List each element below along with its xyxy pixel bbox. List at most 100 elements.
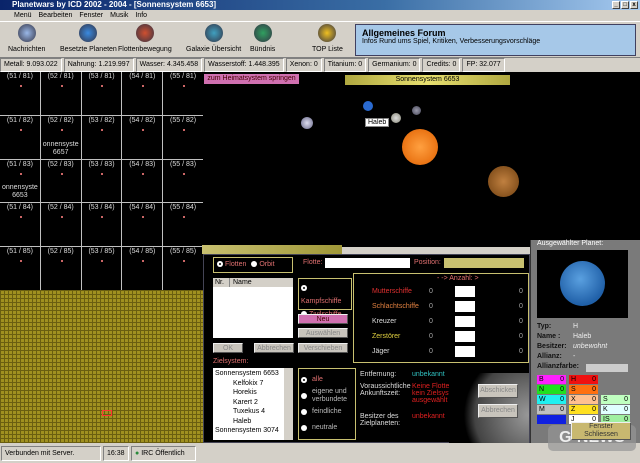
sector-cell[interactable]: (55 / 82) xyxy=(163,115,203,159)
move-button[interactable]: Verschieben xyxy=(298,343,348,353)
column-nr[interactable]: Nr. xyxy=(213,278,230,287)
menu-edit[interactable]: Bearbeiten xyxy=(39,10,73,21)
select-button[interactable]: Auswählen xyxy=(298,328,348,338)
toolbar-button-3[interactable]: Galaxie Übersicht xyxy=(186,24,241,53)
cancel-button[interactable]: Abbrechen xyxy=(254,343,294,353)
tree-planet-item[interactable]: Tuxekus 4 xyxy=(215,407,283,417)
sector-cell[interactable]: (51 / 85) xyxy=(0,247,40,290)
minimap-viewport[interactable] xyxy=(102,410,112,416)
sun[interactable] xyxy=(402,129,438,165)
sector-coords: (52 / 84) xyxy=(47,204,74,212)
sector-cell[interactable]: (54 / 85) xyxy=(122,247,163,290)
legend-entry: S0 xyxy=(569,385,598,394)
toolbar-button-2[interactable]: Flottenbewegung xyxy=(118,24,172,53)
fleet-list[interactable]: Nr. Name xyxy=(213,278,293,338)
toolbar-button-5[interactable]: TOP Liste xyxy=(312,24,343,53)
planet-tooltip: Haleb xyxy=(365,118,390,127)
planet[interactable] xyxy=(301,117,313,129)
filter-radio-1[interactable]: eigene und verbundete xyxy=(301,388,353,404)
tree-scrollbar[interactable] xyxy=(284,368,293,440)
star-icon xyxy=(142,216,145,219)
solar-system-view[interactable]: zum Heimatsystem springen Sonnensystem 6… xyxy=(203,72,640,247)
sector-cell[interactable]: (55 / 81) xyxy=(163,72,203,115)
sector-coords: (54 / 83) xyxy=(129,160,156,168)
ship-max-count: 0 xyxy=(519,333,523,340)
sector-cell[interactable]: (52 / 85) xyxy=(40,247,81,290)
planet[interactable] xyxy=(412,106,421,115)
planet-haleb[interactable] xyxy=(363,101,373,111)
home-system-button[interactable]: zum Heimatsystem springen xyxy=(204,74,299,84)
tree-system-item[interactable]: Sonnensystem 3074 xyxy=(215,426,283,436)
filter-radio-3[interactable]: neutrale xyxy=(301,420,353,436)
sector-system-name: onnensyste 6653 xyxy=(1,184,38,200)
fleet-input[interactable] xyxy=(325,258,410,268)
connection-status: Verbunden mit Server. xyxy=(1,445,101,461)
sector-cell[interactable]: (52 / 83) xyxy=(40,159,81,203)
ship-amount-input[interactable] xyxy=(455,331,475,342)
sector-system-name: onnensyste 6657 xyxy=(42,140,79,156)
maximize-button[interactable]: □ xyxy=(621,1,629,9)
sector-coords: (53 / 82) xyxy=(88,116,115,124)
ship-type-label: Schlachtschiffe xyxy=(372,303,419,310)
target-system-tree[interactable]: Sonnensystem 6653 Kelfokix 7 Horekis Karert… xyxy=(213,368,293,440)
abort-button[interactable]: Abbrechen xyxy=(478,404,518,418)
tree-system-item[interactable]: Sonnensystem 6653 xyxy=(215,369,283,379)
legend-entry: B0 xyxy=(537,375,566,384)
sector-cell[interactable]: (54 / 83) xyxy=(122,159,163,203)
sector-cell[interactable]: (51 / 81) xyxy=(0,72,40,115)
resource-1: Nahrung: 1.219.997 xyxy=(63,58,134,72)
radio-combat-ships[interactable]: Kampfschiffe xyxy=(301,282,349,308)
radio-fleets[interactable]: Flotten xyxy=(217,261,246,268)
planet[interactable] xyxy=(391,113,401,123)
close-button[interactable]: x xyxy=(630,1,638,9)
sector-cell[interactable]: (53 / 85) xyxy=(81,247,122,290)
filter-radio-0[interactable]: alle xyxy=(301,372,353,388)
tree-planet-item[interactable]: Karert 2 xyxy=(215,398,283,408)
menu-window[interactable]: Fenster xyxy=(79,10,103,21)
sector-cell[interactable]: (51 / 82) xyxy=(0,115,40,159)
sector-cell[interactable]: (52 / 81) xyxy=(40,72,81,115)
tree-planet-item[interactable]: Haleb xyxy=(215,417,283,427)
column-name[interactable]: Name xyxy=(230,278,252,287)
sector-cell[interactable]: (55 / 84) xyxy=(163,203,203,247)
minimize-button[interactable]: _ xyxy=(612,1,620,9)
radio-orbit[interactable]: Orbit xyxy=(251,261,275,268)
sector-cell[interactable]: (51 / 84) xyxy=(0,203,40,247)
irc-status[interactable]: ● IRC Öffentlich xyxy=(131,445,196,461)
sector-cell[interactable]: (54 / 82) xyxy=(122,115,163,159)
tree-planet-item[interactable]: Kelfokix 7 xyxy=(215,379,283,389)
sector-cell[interactable]: (53 / 83) xyxy=(81,159,122,203)
menu-info[interactable]: Info xyxy=(135,10,147,21)
sector-cell[interactable]: (53 / 82) xyxy=(81,115,122,159)
ship-amount-input[interactable] xyxy=(455,346,475,357)
toolbar-button-4[interactable]: Bündnis xyxy=(250,24,275,53)
sector-cell[interactable]: (55 / 85) xyxy=(163,247,203,290)
toolbar-button-1[interactable]: Besetzte Planeten xyxy=(60,24,117,53)
sector-cell[interactable]: (53 / 81) xyxy=(81,72,122,115)
new-fleet-button[interactable]: Neu xyxy=(298,314,348,324)
filter-label: feindliche xyxy=(312,408,342,415)
fleet-label: Flotte: xyxy=(303,259,323,266)
sector-cell[interactable]: (53 / 84) xyxy=(81,203,122,247)
menu-menu[interactable]: Menü xyxy=(14,10,32,21)
ship-amount-input[interactable] xyxy=(455,316,475,327)
sector-cell[interactable]: (55 / 83) xyxy=(163,159,203,203)
sector-cell[interactable]: (54 / 81) xyxy=(122,72,163,115)
close-window-button[interactable]: Fenster Schliessen xyxy=(571,422,631,440)
ship-amount-input[interactable] xyxy=(455,301,475,312)
sector-cell[interactable]: (54 / 84) xyxy=(122,203,163,247)
toolbar-button-0[interactable]: Nachrichten xyxy=(8,24,45,53)
menu-music[interactable]: Musik xyxy=(110,10,128,21)
filter-radio-2[interactable]: feindliche xyxy=(301,404,353,420)
sector-cell[interactable]: (51 / 83) onnensyste 6653 xyxy=(0,159,40,203)
galaxy-minimap[interactable] xyxy=(0,290,203,443)
send-button[interactable]: Abschicken xyxy=(478,384,518,398)
legend-key: Z xyxy=(571,406,576,413)
sector-cell[interactable]: (52 / 84) xyxy=(40,203,81,247)
ship-amount-input[interactable] xyxy=(455,286,475,297)
sector-cell[interactable]: (52 / 82) onnensyste 6657 xyxy=(40,115,81,159)
tree-planet-item[interactable]: Horekis xyxy=(215,388,283,398)
ok-button[interactable]: OK xyxy=(213,343,243,353)
planet[interactable] xyxy=(488,166,519,197)
forum-banner[interactable]: Allgemeines Forum Infos Rund ums Spiel, … xyxy=(355,24,636,56)
